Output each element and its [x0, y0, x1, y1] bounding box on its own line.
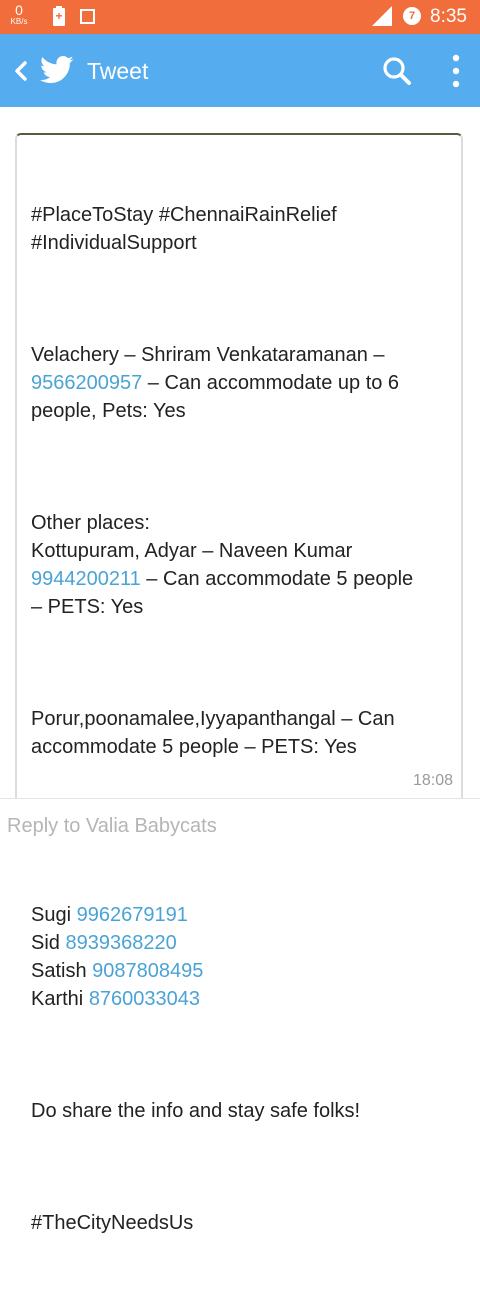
status-time: 8:35 [430, 6, 467, 27]
text-span: – Can accommodate 5 people [140, 568, 414, 590]
phone-link[interactable]: 9566200957 [31, 372, 142, 394]
phone-link[interactable]: 9962679191 [77, 904, 188, 926]
text-span: – Can accommodate up to 6 [142, 372, 400, 394]
phone-link[interactable]: 8939368220 [65, 932, 176, 954]
chevron-left-icon [15, 61, 27, 81]
text-line: 9566200957 – Can accommodate up to 6 [31, 369, 451, 397]
contact-line: Sugi 9962679191 [31, 901, 451, 929]
tweet-paragraph-contacts: Sugi 9962679191 Sid 8939368220 Satish 9087… [31, 845, 451, 1013]
back-button[interactable] [6, 56, 36, 86]
reply-bar [0, 798, 480, 853]
search-button[interactable] [380, 54, 414, 88]
network-speed-unit: KB/s [10, 17, 28, 26]
text-line: accommodate 5 people – PETS: Yes [31, 736, 357, 758]
more-vert-icon [452, 54, 460, 88]
contact-name: Sid [31, 932, 66, 954]
tweet-paragraph-other-places: Other places: Kottupuram, Adyar – Naveen … [31, 509, 451, 621]
screenshot-notification-icon [80, 9, 95, 24]
text-line: Porur,poonamalee,Iyyapanthangal – Can [31, 708, 395, 730]
text-line: – PETS: Yes [31, 596, 144, 618]
contact-line: Karthi 8760033043 [31, 985, 451, 1013]
cell-signal-icon [372, 6, 392, 26]
reply-input[interactable] [7, 811, 467, 841]
tweet-paragraph-porur: Porur,poonamalee,Iyyapanthangal – Can acc… [31, 705, 451, 761]
battery-charging-icon: + [53, 6, 65, 26]
contact-name: Sugi [31, 904, 77, 926]
tweet-paragraph-hashtags: #PlaceToStay #ChennaiRainRelief #Individu… [31, 201, 451, 257]
tweet-paragraph-closing: Do share the info and stay safe folks! [31, 1097, 451, 1125]
tweet-paragraph-velachery: Velachery – Shriram Venkataramanan – 9566… [31, 341, 451, 425]
status-bar: 0 KB/s + 7 8:35 [0, 0, 480, 34]
tweet-timestamp: 18:08 [412, 772, 453, 789]
tweet-card: #PlaceToStay #ChennaiRainRelief #Individu… [15, 133, 463, 1234]
contact-line: Sid 8939368220 [31, 929, 451, 957]
text-line: Velachery – Shriram Venkataramanan – [31, 344, 385, 366]
hashtag-line[interactable]: #TheCityNeedsUs [31, 1209, 451, 1237]
hashtag-line: #PlaceToStay #ChennaiRainRelief [31, 204, 337, 226]
search-icon [383, 57, 411, 85]
contact-line: Satish 9087808495 [31, 957, 451, 985]
tweet-text: #PlaceToStay #ChennaiRainRelief #Individu… [31, 145, 451, 1293]
text-line: people, Pets: Yes [31, 400, 186, 422]
phone-link[interactable]: 9087808495 [92, 960, 203, 982]
network-speed-value: 0 [15, 2, 23, 18]
network-speed: 0 KB/s [8, 3, 30, 26]
contact-name: Karthi [31, 988, 89, 1010]
text-line: Other places: [31, 512, 150, 534]
app-bar: Tweet [0, 34, 480, 107]
phone-link[interactable]: 8760033043 [89, 988, 200, 1010]
text-line: Do share the info and stay safe folks! [31, 1100, 361, 1122]
twitter-bird-icon [40, 55, 74, 84]
text-line: 9944200211 – Can accommodate 5 people [31, 565, 451, 593]
text-line: Kottupuram, Adyar – Naveen Kumar [31, 540, 353, 562]
hashtag-line: #IndividualSupport [31, 232, 197, 254]
contact-name: Satish [31, 960, 93, 982]
phone-link[interactable]: 9944200211 [31, 568, 141, 590]
alarm-badge-icon: 7 [403, 7, 421, 25]
overflow-menu-button[interactable] [446, 52, 466, 90]
page-title: Tweet [87, 58, 149, 84]
